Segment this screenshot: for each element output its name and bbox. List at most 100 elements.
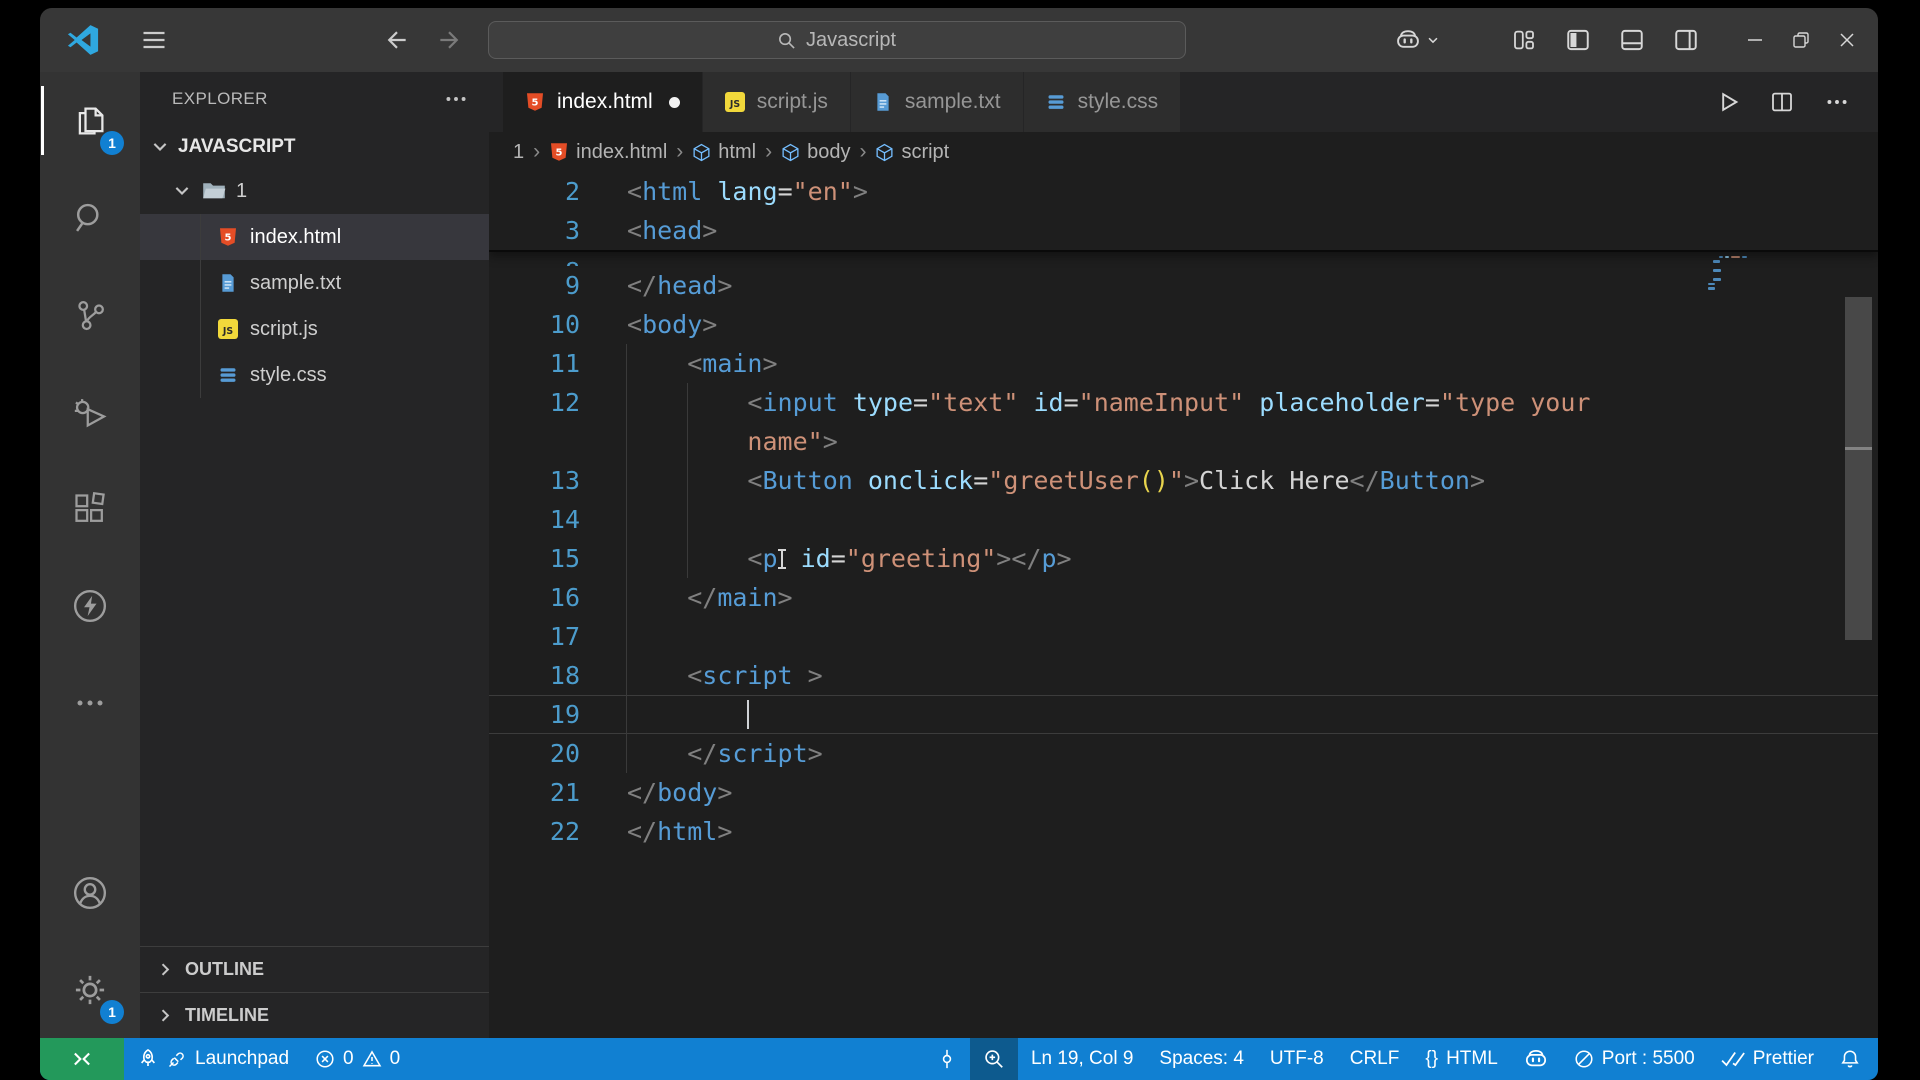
more-views-icon[interactable] (40, 654, 140, 751)
tab-index.html[interactable]: 5 index.html (503, 72, 703, 132)
modified-dot (668, 96, 680, 108)
launchpad-status-item[interactable]: Launchpad (124, 1038, 302, 1080)
circle-slash-icon (1575, 1050, 1593, 1068)
editor-more-actions-icon[interactable] (1824, 89, 1850, 115)
notifications-bell-icon[interactable] (1827, 1038, 1878, 1080)
toggle-primary-sidebar-icon[interactable] (1558, 20, 1598, 60)
svg-text:5: 5 (556, 148, 563, 159)
folder-label: 1 (236, 179, 248, 202)
live-server-port[interactable]: Port : 5500 (1561, 1038, 1708, 1080)
code-line-16[interactable]: 16 </main> (489, 578, 1878, 617)
code-line-wrap[interactable]: name"> (489, 422, 1878, 461)
code-line-9[interactable]: 9 </head> (489, 266, 1878, 305)
settings-badge: 1 (100, 1000, 124, 1024)
commit-status-item[interactable] (924, 1038, 970, 1080)
file-item-style.css[interactable]: style.css (140, 352, 489, 398)
settings-gear-icon[interactable]: 1 (40, 941, 140, 1038)
run-file-icon[interactable] (1716, 90, 1740, 114)
explorer-more-actions-icon[interactable] (443, 86, 469, 112)
html-file-icon: 5 (525, 92, 545, 112)
file-item-script.js[interactable]: JS script.js (140, 306, 489, 352)
prettier-status-item[interactable]: Prettier (1708, 1038, 1827, 1080)
folder-row[interactable]: 1 (140, 168, 489, 214)
outline-section[interactable]: OUTLINE (140, 946, 489, 992)
vertical-scrollbar[interactable] (1845, 172, 1872, 1038)
status-bar: Launchpad 0 0 Ln 19, Col 9 Spaces: 4 UTF… (40, 1038, 1878, 1080)
sticky-scroll: 2 <html lang="en"> 3 <head> (489, 172, 1878, 252)
toggle-secondary-sidebar-icon[interactable] (1666, 20, 1706, 60)
code-line-21[interactable]: 21 </body> (489, 773, 1878, 812)
editor-area: 5 index.html JS script.js sample.txt style.cs… (489, 72, 1878, 1038)
code-line-18[interactable]: 18 <script > (489, 656, 1878, 695)
code-line-10[interactable]: 10 <body> (489, 305, 1878, 344)
customize-layout-icon[interactable] (1504, 20, 1544, 60)
remote-indicator[interactable] (40, 1038, 124, 1080)
extensions-activity-icon[interactable] (40, 460, 140, 557)
breadcrumb-item-html[interactable]: html (692, 141, 756, 164)
code-line-12[interactable]: 12 <input type="text" id="nameInput" pla… (489, 383, 1878, 422)
double-check-icon (1721, 1051, 1745, 1067)
tab-style.css[interactable]: style.css (1023, 72, 1182, 132)
cursor-position[interactable]: Ln 19, Col 9 (1018, 1038, 1146, 1080)
folder-icon (202, 181, 226, 201)
txt-file-icon (218, 273, 238, 293)
code-line-8[interactable]: 8 (489, 252, 1878, 266)
split-editor-icon[interactable] (1770, 90, 1794, 114)
language-mode[interactable]: {} HTML (1412, 1038, 1510, 1080)
code-line-14[interactable]: 14 (489, 500, 1878, 539)
breadcrumb-item-script[interactable]: script (875, 141, 949, 164)
code-line-13[interactable]: 13 <Button onclick="greetUser()">Click H… (489, 461, 1878, 500)
scrollbar-thumb[interactable] (1845, 297, 1872, 640)
thunder-client-activity-icon[interactable] (40, 557, 140, 654)
minimize-button[interactable] (1732, 17, 1778, 63)
source-control-activity-icon[interactable] (40, 266, 140, 363)
toggle-panel-icon[interactable] (1612, 20, 1652, 60)
search-activity-icon[interactable] (40, 169, 140, 266)
code-line-19[interactable]: 19 (489, 695, 1878, 734)
breadcrumb-separator: › (533, 140, 541, 163)
tab-script.js[interactable]: JS script.js (702, 72, 851, 132)
account-icon[interactable] (40, 844, 140, 941)
indentation-status[interactable]: Spaces: 4 (1146, 1038, 1257, 1080)
code-line-2[interactable]: 2 <html lang="en"> (489, 172, 1878, 211)
breadcrumb-item-1[interactable]: 1 (513, 141, 524, 164)
code-editor[interactable]: 2<html lang="en">3<head> 89</head>10<bod… (489, 172, 1878, 1038)
breadcrumb-item-body[interactable]: body (781, 141, 850, 164)
text-cursor-pointer (777, 547, 786, 571)
copilot-icon[interactable] (1395, 20, 1440, 60)
zoom-status-item[interactable] (969, 1038, 1018, 1080)
titlebar: Javascript (40, 8, 1878, 72)
plug-icon (168, 1052, 184, 1068)
run-debug-activity-icon[interactable] (40, 363, 140, 460)
menu-icon[interactable] (134, 20, 174, 60)
back-arrow-icon[interactable] (384, 27, 410, 53)
symbol-file-icon (875, 143, 894, 162)
file-item-sample.txt[interactable]: sample.txt (140, 260, 489, 306)
code-line-3[interactable]: 3 <head> (489, 211, 1878, 250)
svg-text:JS: JS (222, 326, 233, 337)
encoding-status[interactable]: UTF-8 (1257, 1038, 1337, 1080)
command-center-search[interactable]: Javascript (487, 21, 1186, 59)
html-file-icon: 5 (549, 142, 569, 162)
copilot-status-item[interactable] (1511, 1038, 1561, 1080)
forward-arrow-icon[interactable] (436, 27, 462, 53)
problems-status-item[interactable]: 0 0 (302, 1038, 413, 1080)
code-line-11[interactable]: 11 <main> (489, 344, 1878, 383)
file-item-index.html[interactable]: 5 index.html (140, 214, 489, 260)
code-line-15[interactable]: 15 <p id="greeting"></p> (489, 539, 1878, 578)
braces-icon: {} (1425, 1048, 1439, 1069)
close-button[interactable] (1824, 17, 1870, 63)
tab-sample.txt[interactable]: sample.txt (850, 72, 1024, 132)
explorer-activity-icon[interactable]: 1 (40, 72, 140, 169)
code-line-22[interactable]: 22 </html> (489, 812, 1878, 851)
timeline-section[interactable]: TIMELINE (140, 992, 489, 1038)
code-line-20[interactable]: 20 </script> (489, 734, 1878, 773)
chevron-down-icon (150, 137, 170, 157)
eol-status[interactable]: CRLF (1337, 1038, 1413, 1080)
txt-file-icon (873, 92, 893, 112)
code-line-17[interactable]: 17 (489, 617, 1878, 656)
restore-button[interactable] (1778, 17, 1824, 63)
workspace-row[interactable]: JAVASCRIPT (140, 126, 489, 168)
breadcrumb-item-index.html[interactable]: 5 index.html (549, 141, 667, 164)
explorer-badge: 1 (100, 131, 124, 155)
